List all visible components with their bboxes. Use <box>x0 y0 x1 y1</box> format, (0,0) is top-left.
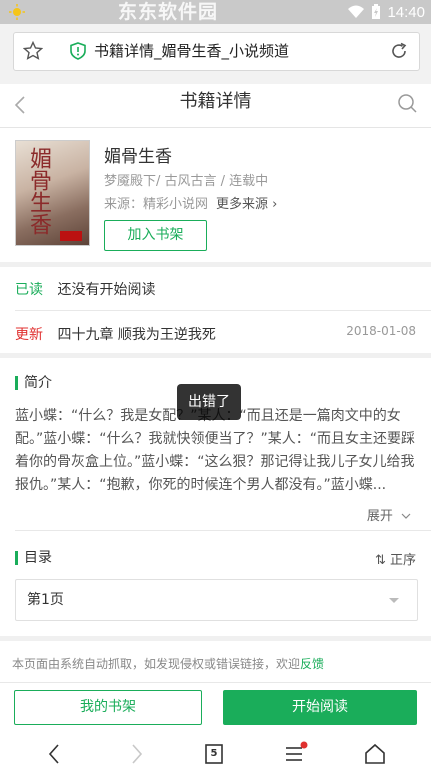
book-meta: 梦魇殿下/ 古风古言 / 连载中 <box>104 174 269 189</box>
more-sources-link[interactable]: 更多来源 › <box>216 197 277 212</box>
toc-title: 目录 <box>15 551 52 565</box>
tabs-button[interactable]: 5 <box>201 741 227 767</box>
divider <box>15 530 431 531</box>
wifi-icon <box>348 5 365 18</box>
sort-icon: ⇅ <box>374 553 386 568</box>
divider <box>0 353 431 358</box>
divider <box>15 310 431 311</box>
menu-button[interactable] <box>282 741 308 767</box>
dropdown-caret-icon <box>389 598 399 603</box>
url-title[interactable]: 书籍详情_媚骨生香_小说频道 <box>94 33 289 70</box>
sun-icon <box>9 4 25 20</box>
clock: 14:40 <box>387 3 425 21</box>
home-icon[interactable] <box>362 741 388 767</box>
update-chapter: 四十九章 顺我为王逆我死 <box>57 327 216 343</box>
copyright-notice: 本页面由系统自动抓取，如发现侵权或错误链接，欢迎反馈 <box>12 657 325 671</box>
secure-shield-icon <box>70 42 86 60</box>
cover-title: 媚骨生香 <box>26 147 51 235</box>
bookmark-star-icon[interactable] <box>23 41 43 61</box>
watermark: 东东软件园 <box>118 1 219 23</box>
search-icon[interactable] <box>395 91 419 115</box>
update-date: 2018-01-08 <box>346 324 416 338</box>
status-bar: 东东软件园 14:40 <box>0 0 431 24</box>
reload-icon[interactable] <box>389 41 409 61</box>
sort-toggle[interactable]: ⇅ 正序 <box>375 549 416 568</box>
tab-count: 5 <box>210 748 218 759</box>
cover-tag <box>60 231 82 241</box>
update-label: 更新 <box>15 327 43 343</box>
divider <box>0 682 431 683</box>
read-status-row[interactable]: 已读 还没有开始阅读 <box>15 279 416 299</box>
nav-back-icon[interactable] <box>42 741 68 767</box>
book-name: 媚骨生香 <box>104 147 172 167</box>
menu-icon <box>286 741 308 761</box>
browser-nav-bar: 5 <box>0 731 431 778</box>
chevron-right-icon: › <box>272 197 278 212</box>
page-header: 书籍详情 <box>0 84 431 128</box>
divider <box>0 636 431 641</box>
browser-toolbar: 书籍详情_媚骨生香_小说频道 <box>0 24 431 84</box>
battery-icon <box>372 4 381 19</box>
latest-update-row[interactable]: 更新 四十九章 顺我为王逆我死 2018-01-08 <box>15 324 416 344</box>
error-toast: 出错了 <box>177 384 241 420</box>
read-label: 已读 <box>15 282 43 298</box>
read-value: 还没有开始阅读 <box>57 282 156 298</box>
expand-button[interactable]: 展开 <box>367 505 411 524</box>
address-bar[interactable]: 书籍详情_媚骨生香_小说频道 <box>13 32 420 71</box>
page-select[interactable]: 第1页 <box>15 579 418 621</box>
book-cover[interactable]: 媚骨生香 <box>15 140 90 246</box>
start-reading-button[interactable]: 开始阅读 <box>223 690 417 725</box>
intro-title: 简介 <box>15 376 52 390</box>
feedback-link[interactable]: 反馈 <box>300 657 324 671</box>
page-title: 书籍详情 <box>179 91 252 112</box>
source-label: 来源：精彩小说网 <box>104 197 209 212</box>
my-shelf-button[interactable]: 我的书架 <box>14 690 202 725</box>
book-source: 来源：精彩小说网 更多来源 › <box>104 193 277 212</box>
page-select-value: 第1页 <box>27 592 64 608</box>
nav-forward-icon[interactable] <box>123 741 149 767</box>
add-to-shelf-button[interactable]: 加入书架 <box>104 220 207 251</box>
book-info: 媚骨生香 媚骨生香 梦魇殿下/ 古风古言 / 连载中 来源：精彩小说网 更多来源 … <box>0 128 431 260</box>
divider <box>0 262 431 267</box>
chevron-down-icon <box>401 513 411 519</box>
